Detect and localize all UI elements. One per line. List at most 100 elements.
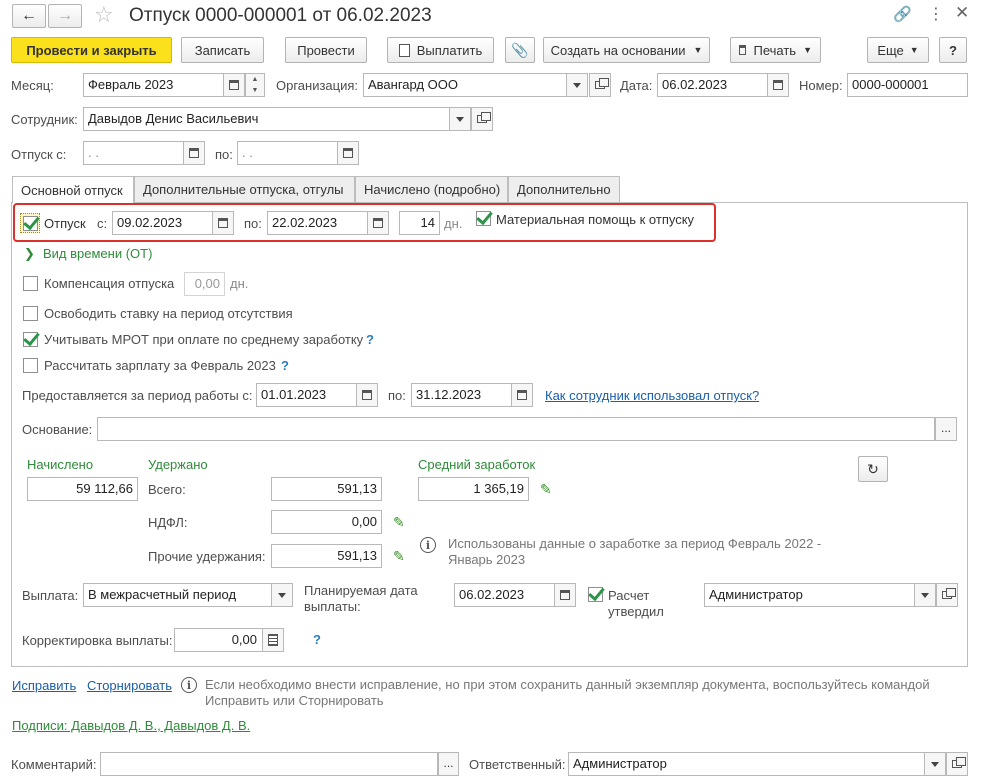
- approved-by-dropdown[interactable]: [914, 584, 935, 606]
- payment-label: Выплата:: [22, 588, 79, 603]
- create-based-on-button[interactable]: Создать на основании ▼: [543, 37, 710, 63]
- organization-dropdown[interactable]: [566, 74, 587, 96]
- employee-field[interactable]: Давыдов Денис Васильевич: [83, 107, 471, 131]
- mrot-checkbox[interactable]: [23, 332, 38, 347]
- more-vertical-icon[interactable]: ⋮: [928, 4, 944, 24]
- fix-link[interactable]: Исправить: [12, 678, 76, 693]
- more-button[interactable]: Еще ▼: [867, 37, 929, 63]
- favorite-star-icon[interactable]: ☆: [94, 2, 114, 28]
- calendar-button[interactable]: [223, 74, 244, 96]
- document-icon: [398, 43, 410, 57]
- employee-label: Сотрудник:: [11, 112, 78, 127]
- period-from-field[interactable]: 01.01.2023: [256, 383, 378, 407]
- avg-earnings-field[interactable]: 1 365,19: [418, 477, 529, 501]
- leave-checkbox[interactable]: [23, 216, 38, 231]
- leave-to-value: . .: [242, 145, 253, 160]
- withheld-title: Удержано: [148, 457, 208, 472]
- refresh-button[interactable]: ↻: [858, 456, 888, 482]
- reverse-link[interactable]: Сторнировать: [87, 678, 172, 693]
- free-rate-checkbox[interactable]: [23, 306, 38, 321]
- link-icon[interactable]: 🔗: [893, 5, 912, 23]
- chevron-down-icon: [573, 82, 581, 88]
- ndfl-edit-pencil-icon[interactable]: ✎: [393, 514, 405, 531]
- chevron-right-icon[interactable]: ❯: [24, 246, 35, 262]
- mrot-help-icon[interactable]: ?: [366, 332, 374, 347]
- leave-to-field[interactable]: . .: [237, 141, 359, 165]
- help-button[interactable]: ?: [939, 37, 967, 63]
- responsible-open-button[interactable]: [946, 752, 968, 776]
- approved-by-open-button[interactable]: [936, 583, 958, 607]
- withheld-total-field[interactable]: 591,13: [271, 477, 382, 501]
- calculator-button[interactable]: [262, 629, 283, 651]
- save-button[interactable]: Записать: [181, 37, 264, 63]
- calendar-button[interactable]: [183, 142, 204, 164]
- calc-salary-checkbox[interactable]: [23, 358, 38, 373]
- leave-checkbox-wrap[interactable]: [20, 213, 40, 233]
- approved-by-value: Администратор: [709, 587, 803, 602]
- tab-main-leave[interactable]: Основной отпуск: [12, 176, 134, 203]
- responsible-field[interactable]: Администратор: [568, 752, 946, 776]
- planned-date-value: 06.02.2023: [459, 587, 525, 602]
- leave-from-field[interactable]: . .: [83, 141, 205, 165]
- leave-usage-link[interactable]: Как сотрудник использовал отпуск?: [545, 388, 759, 403]
- comment-select-button[interactable]: ...: [438, 752, 459, 776]
- tab-additional[interactable]: Дополнительно: [508, 176, 620, 202]
- number-field[interactable]: 0000-000001: [847, 73, 968, 97]
- employee-open-button[interactable]: [471, 107, 493, 131]
- month-spinner[interactable]: ▲ ▼: [245, 73, 265, 97]
- tab-additional-leave[interactable]: Дополнительные отпуска, отгулы: [134, 176, 355, 202]
- period-to-field[interactable]: 31.12.2023: [411, 383, 533, 407]
- calendar-button[interactable]: [511, 384, 532, 406]
- approved-by-field[interactable]: Администратор: [704, 583, 936, 607]
- forward-button[interactable]: →: [48, 4, 82, 28]
- chevron-down-icon: [456, 116, 464, 122]
- planned-date-field[interactable]: 06.02.2023: [454, 583, 576, 607]
- back-button[interactable]: ←: [12, 4, 46, 28]
- organization-label: Организация:: [276, 78, 359, 93]
- month-field[interactable]: Февраль 2023: [83, 73, 245, 97]
- calendar-button[interactable]: [554, 584, 575, 606]
- avg-edit-pencil-icon[interactable]: ✎: [540, 481, 552, 498]
- basis-select-button[interactable]: ...: [935, 417, 957, 441]
- accrued-field[interactable]: 59 112,66: [27, 477, 138, 501]
- calendar-button[interactable]: [767, 74, 788, 96]
- pay-button[interactable]: Выплатить: [387, 37, 494, 63]
- highlight-frame: [13, 203, 716, 242]
- organization-open-button[interactable]: [589, 73, 611, 97]
- avg-earnings-note: Использованы данные о заработке за перио…: [448, 536, 822, 567]
- employee-dropdown[interactable]: [449, 108, 470, 130]
- post-button[interactable]: Провести: [285, 37, 367, 63]
- create-based-on-label: Создать на основании: [550, 42, 686, 58]
- compensation-checkbox[interactable]: [23, 276, 38, 291]
- date-label: Дата:: [620, 78, 653, 93]
- responsible-dropdown[interactable]: [924, 753, 945, 775]
- date-field[interactable]: 06.02.2023: [657, 73, 789, 97]
- organization-field[interactable]: Авангард ООО: [363, 73, 588, 97]
- basis-field[interactable]: [97, 417, 935, 441]
- tab-accrued-detail[interactable]: Начислено (подробно): [355, 176, 508, 202]
- compensation-days-field[interactable]: 0,00: [184, 272, 225, 296]
- payment-select[interactable]: В межрасчетный период: [83, 583, 293, 607]
- ndfl-field[interactable]: 0,00: [271, 510, 382, 534]
- approved-checkbox[interactable]: [588, 587, 603, 602]
- calendar-button[interactable]: [337, 142, 358, 164]
- more-button-label: Еще: [877, 42, 904, 58]
- time-type-link[interactable]: Вид времени (ОТ): [43, 246, 152, 261]
- print-button[interactable]: Печать ▼: [730, 37, 821, 63]
- info-icon: i: [181, 677, 197, 693]
- attach-button[interactable]: 📎: [505, 37, 535, 63]
- comment-field[interactable]: [100, 752, 438, 776]
- payment-dropdown[interactable]: [271, 584, 292, 606]
- post-and-close-button[interactable]: Провести и закрыть: [11, 37, 172, 63]
- calendar-button[interactable]: [356, 384, 377, 406]
- calc-salary-help-icon[interactable]: ?: [281, 358, 289, 373]
- correction-help-icon[interactable]: ?: [313, 632, 321, 647]
- approved-label: Расчет утвердил: [608, 588, 664, 619]
- signatures-link[interactable]: Подписи: Давыдов Д. В., Давыдов Д. В.: [12, 718, 250, 733]
- paperclip-icon: 📎: [511, 41, 529, 58]
- comment-label: Комментарий:: [11, 757, 97, 772]
- close-icon[interactable]: ✕: [955, 3, 969, 23]
- other-withholdings-field[interactable]: 591,13: [271, 544, 382, 568]
- correction-field[interactable]: 0,00: [174, 628, 284, 652]
- other-edit-pencil-icon[interactable]: ✎: [393, 548, 405, 565]
